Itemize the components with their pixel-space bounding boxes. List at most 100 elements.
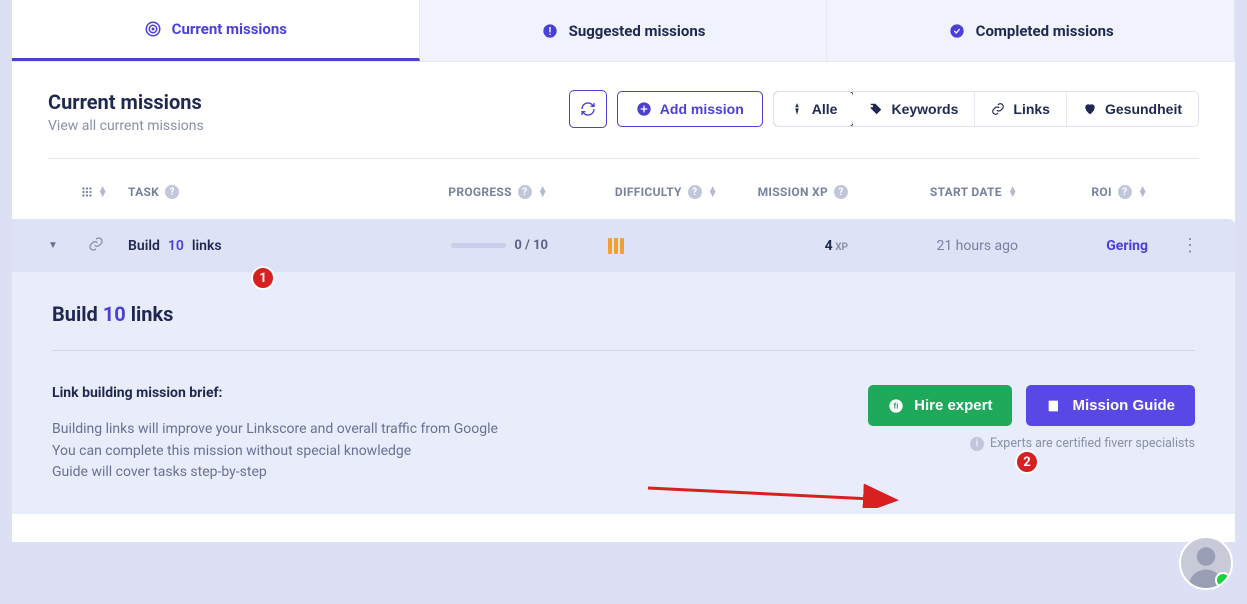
brief-heading: Link building mission brief: <box>52 385 498 401</box>
brief-line: You can complete this mission without sp… <box>52 441 498 463</box>
col-task[interactable]: TASK ? <box>128 185 418 199</box>
tab-current-missions[interactable]: Current missions <box>12 0 420 61</box>
table-header: ▲▼ TASK ? PROGRESS ? ▲▼ DIFFICULTY ? ▲▼ … <box>48 159 1199 219</box>
detail-title: Build 10 links <box>52 302 1195 351</box>
col-label: TASK <box>128 185 159 199</box>
refresh-button[interactable] <box>569 90 607 128</box>
filter-alle[interactable]: Alle <box>773 91 855 127</box>
tab-label: Completed missions <box>976 22 1114 40</box>
col-date[interactable]: START DATE ▲▼ <box>848 185 1018 199</box>
svg-text:fi: fi <box>894 401 899 410</box>
task-num: 10 <box>168 238 184 254</box>
header-actions: Add mission Alle Keywords Links <box>569 90 1199 128</box>
expand-toggle[interactable]: ▼ <box>48 240 88 251</box>
tabs-row: Current missions Suggested missions Comp… <box>12 0 1235 62</box>
xp-value: 4 <box>825 238 833 254</box>
detail-num: 10 <box>103 302 126 326</box>
brief-right: fi Hire expert Mission Guide i Experts a… <box>868 385 1195 451</box>
page-title: Current missions <box>48 90 204 114</box>
rocket-icon <box>790 102 804 116</box>
help-icon: ? <box>688 185 702 199</box>
heart-icon <box>1083 102 1097 116</box>
alert-icon <box>541 22 559 40</box>
tab-completed-missions[interactable]: Completed missions <box>827 0 1235 61</box>
progress-value: 0 / 10 <box>514 238 548 253</box>
help-icon: ? <box>165 185 179 199</box>
row-roi: Gering <box>1018 238 1148 254</box>
col-xp[interactable]: MISSION XP ? <box>718 185 848 199</box>
row-difficulty <box>548 238 718 254</box>
help-icon: ? <box>518 185 532 199</box>
filter-keywords[interactable]: Keywords <box>853 92 975 126</box>
filter-health[interactable]: Gesundheit <box>1067 92 1198 126</box>
filter-label: Alle <box>812 101 838 117</box>
annotation-badge-2: 2 <box>1015 450 1039 474</box>
tab-suggested-missions[interactable]: Suggested missions <box>420 0 828 61</box>
tab-label: Current missions <box>172 20 287 38</box>
header-row: Current missions View all current missio… <box>48 90 1199 159</box>
avatar[interactable] <box>1179 536 1233 590</box>
col-roi[interactable]: ROI ? ▲▼ <box>1018 185 1148 199</box>
brief-text: Building links will improve your Linksco… <box>52 419 498 484</box>
link-icon <box>88 236 128 256</box>
experts-note-text: Experts are certified fiverr specialists <box>990 436 1195 451</box>
col-label: MISSION XP <box>758 185 828 199</box>
add-mission-label: Add mission <box>660 101 744 117</box>
experts-note: i Experts are certified fiverr specialis… <box>970 436 1195 451</box>
progress-bar <box>451 243 506 248</box>
col-label: ROI <box>1091 185 1111 199</box>
filter-label: Links <box>1013 101 1050 117</box>
mission-guide-button[interactable]: Mission Guide <box>1026 385 1195 426</box>
main-panel: Current missions Suggested missions Comp… <box>12 0 1235 542</box>
row-date: 21 hours ago <box>848 238 1018 254</box>
check-circle-icon <box>948 22 966 40</box>
brief-line: Guide will cover tasks step-by-step <box>52 462 498 484</box>
guide-label: Mission Guide <box>1072 397 1175 414</box>
sort-icon: ▲▼ <box>538 187 548 197</box>
filter-label: Keywords <box>891 101 958 117</box>
sort-icon: ▲▼ <box>708 187 718 197</box>
add-mission-button[interactable]: Add mission <box>617 91 763 127</box>
grip-icon <box>80 185 94 199</box>
col-handle[interactable]: ▲▼ <box>48 185 128 199</box>
sort-icon: ▲▼ <box>98 187 108 197</box>
task-prefix: Build <box>128 238 160 254</box>
filter-links[interactable]: Links <box>975 92 1067 126</box>
row-menu-button[interactable]: ⋮ <box>1148 235 1199 256</box>
tab-label: Suggested missions <box>569 22 706 40</box>
link-icon <box>991 102 1005 116</box>
col-progress[interactable]: PROGRESS ? ▲▼ <box>418 185 548 199</box>
help-icon: ? <box>834 185 848 199</box>
help-icon: ? <box>1118 185 1132 199</box>
row-task-name: Build 10 links <box>128 238 418 254</box>
brief-line: Building links will improve your Linksco… <box>52 419 498 441</box>
hire-expert-button[interactable]: fi Hire expert <box>868 385 1012 426</box>
hire-label: Hire expert <box>914 397 992 414</box>
row-progress: 0 / 10 <box>418 238 548 253</box>
row-xp: 4 XP <box>718 238 848 254</box>
page-subtitle: View all current missions <box>48 118 204 134</box>
detail-prefix: Build <box>52 302 103 326</box>
fiverr-icon: fi <box>888 398 904 414</box>
filter-group: Alle Keywords Links Gesundheit <box>773 91 1199 127</box>
tag-icon <box>869 102 883 116</box>
detail-suffix: links <box>126 302 174 326</box>
detail-buttons: fi Hire expert Mission Guide <box>868 385 1195 426</box>
brief-left: Link building mission brief: Building li… <box>52 385 498 484</box>
header-left: Current missions View all current missio… <box>48 90 204 134</box>
col-label: START DATE <box>930 185 1002 199</box>
annotation-badge-1: 1 <box>251 266 275 290</box>
col-label: DIFFICULTY <box>615 185 682 199</box>
xp-unit: XP <box>833 242 848 253</box>
mission-detail-panel: Build 10 links Link building mission bri… <box>12 272 1235 514</box>
sort-icon: ▲▼ <box>1138 187 1148 197</box>
content: Current missions View all current missio… <box>12 62 1235 542</box>
col-difficulty[interactable]: DIFFICULTY ? ▲▼ <box>548 185 718 199</box>
task-suffix: links <box>192 238 222 254</box>
col-label: PROGRESS <box>448 185 512 199</box>
info-icon: i <box>970 437 984 451</box>
table-row[interactable]: ▼ Build 10 links 0 / 10 4 XP 21 hours ag… <box>12 219 1235 272</box>
book-icon <box>1046 398 1062 414</box>
plus-circle-icon <box>636 101 652 117</box>
sort-icon: ▲▼ <box>1008 187 1018 197</box>
